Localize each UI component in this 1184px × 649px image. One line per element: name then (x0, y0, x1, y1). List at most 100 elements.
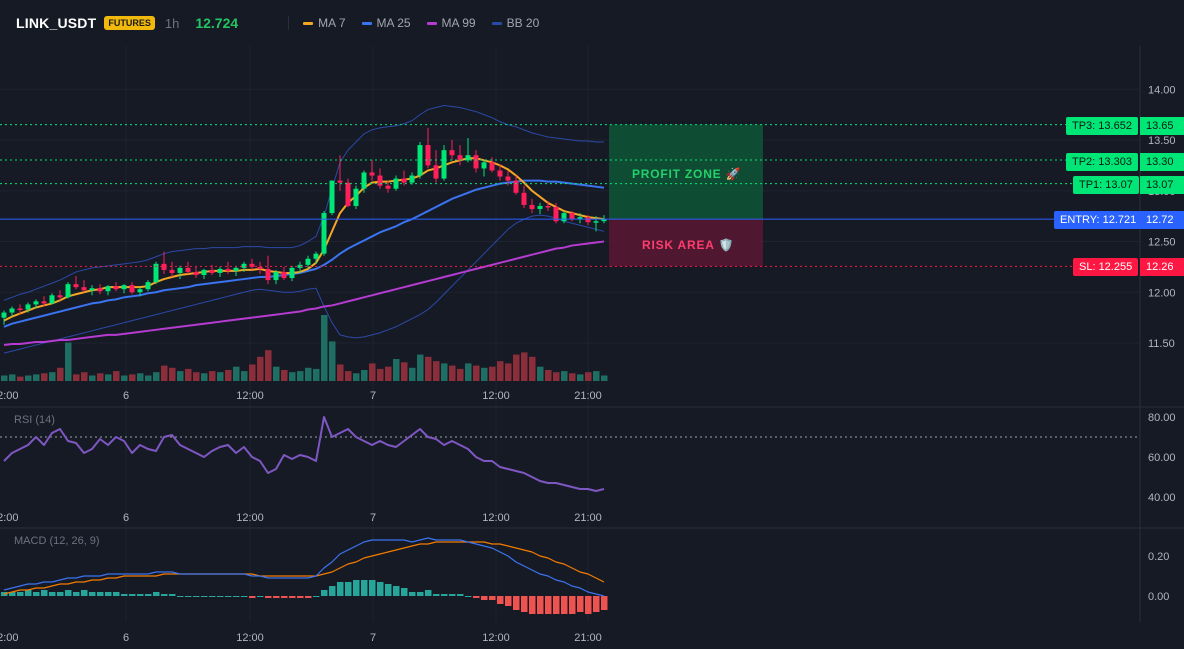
candle-body[interactable] (81, 287, 87, 291)
candle-body[interactable] (561, 213, 567, 222)
candle-body[interactable] (433, 165, 439, 179)
volume-bar (25, 375, 32, 381)
candle-body[interactable] (217, 268, 223, 273)
candle-body[interactable] (121, 285, 127, 290)
macd-panel-label: MACD (12, 26, 9) (14, 535, 100, 547)
candle-body[interactable] (145, 282, 151, 290)
candle-body[interactable] (585, 217, 591, 223)
candle-body[interactable] (401, 178, 407, 183)
candlesticks[interactable] (1, 127, 607, 325)
candle-body[interactable] (177, 267, 183, 273)
candle-body[interactable] (209, 269, 215, 273)
candle-body[interactable] (65, 284, 71, 298)
candle-body[interactable] (337, 180, 343, 183)
candle-body[interactable] (241, 263, 247, 268)
candle-body[interactable] (537, 205, 543, 210)
candle-body[interactable] (89, 288, 95, 291)
macd-histogram-bar (193, 596, 200, 597)
candle-body[interactable] (593, 221, 599, 223)
candle-body[interactable] (385, 185, 391, 189)
tp2-tag[interactable]: TP2: 13.303 (1066, 153, 1138, 171)
candle-body[interactable] (529, 204, 535, 210)
candle-body[interactable] (105, 286, 111, 292)
volume-bar (265, 350, 272, 381)
candle-body[interactable] (193, 271, 199, 275)
candle-body[interactable] (497, 170, 503, 177)
candle-body[interactable] (33, 301, 39, 305)
candle-body[interactable] (169, 269, 175, 273)
volume-bar (33, 374, 40, 381)
entry-tag[interactable]: ENTRY: 12.721 (1054, 211, 1143, 229)
candle-body[interactable] (513, 180, 519, 193)
macd-histogram-bar (209, 596, 216, 597)
volume-bar (505, 363, 512, 381)
macd-histogram-bar (569, 596, 576, 614)
candle-body[interactable] (569, 213, 575, 220)
candle-body[interactable] (41, 301, 47, 304)
volume-bar (41, 373, 48, 381)
legend-ma25[interactable]: MA 25 (361, 16, 411, 30)
candle-body[interactable] (201, 269, 207, 275)
candle-body[interactable] (9, 308, 15, 313)
candle-body[interactable] (97, 288, 103, 292)
candle-body[interactable] (273, 271, 279, 281)
candle-body[interactable] (425, 145, 431, 166)
macd-histogram-bar (257, 596, 264, 597)
candle-body[interactable] (57, 295, 63, 298)
candle-body[interactable] (481, 162, 487, 169)
risk-area-label: RISK AREA 🛡️ (642, 238, 735, 252)
candle-body[interactable] (137, 289, 143, 293)
macd-histogram-bar (401, 588, 408, 596)
candle-body[interactable] (441, 150, 447, 179)
candle-body[interactable] (329, 180, 335, 214)
interval-label[interactable]: 1h (165, 16, 179, 31)
bb-lower-line (3, 214, 605, 354)
candle-body[interactable] (73, 284, 79, 288)
candle-body[interactable] (361, 172, 367, 189)
volume-bar (337, 364, 344, 381)
sl-tag[interactable]: SL: 12.255 (1073, 258, 1139, 276)
candle-body[interactable] (113, 286, 119, 290)
candle-body[interactable] (129, 285, 135, 293)
candle-body[interactable] (345, 182, 351, 206)
price-tick-label: 13.50 (1148, 135, 1176, 147)
candle-body[interactable] (161, 263, 167, 270)
macd-histogram-bar (145, 594, 152, 596)
candle-body[interactable] (265, 268, 271, 281)
candle-body[interactable] (225, 268, 231, 271)
candle-body[interactable] (305, 258, 311, 265)
tp1-tag[interactable]: TP1: 13.07 (1073, 176, 1139, 194)
candle-body[interactable] (289, 267, 295, 279)
candle-body[interactable] (233, 267, 239, 271)
candle-body[interactable] (473, 155, 479, 169)
trading-chart[interactable]: 80.0060.0040.00 0.200.00 14.0013.5013.00… (0, 0, 1184, 649)
symbol-name[interactable]: LINK_USDT (16, 15, 96, 31)
candle-body[interactable] (49, 295, 55, 304)
candle-body[interactable] (313, 253, 319, 259)
candle-body[interactable] (185, 267, 191, 272)
candle-body[interactable] (17, 308, 23, 310)
candle-body[interactable] (369, 172, 375, 176)
macd-histogram-bar (73, 592, 80, 596)
bb20-swatch (491, 21, 502, 25)
candle-body[interactable] (25, 304, 31, 310)
candle-body[interactable] (505, 176, 511, 181)
candle-body[interactable] (377, 175, 383, 186)
candle-body[interactable] (449, 150, 455, 156)
volume-bar (233, 366, 240, 381)
candle-body[interactable] (353, 188, 359, 206)
macd-histogram-bar (361, 580, 368, 596)
candle-body[interactable] (409, 175, 415, 183)
candle-body[interactable] (281, 271, 287, 279)
legend-ma99[interactable]: MA 99 (426, 16, 476, 30)
candle-body[interactable] (545, 205, 551, 208)
candle-body[interactable] (257, 266, 263, 269)
legend-bb20[interactable]: BB 20 (491, 16, 539, 30)
tp2-axis-tag: 13.30 (1140, 153, 1184, 171)
volume-bar (457, 368, 464, 381)
candle-body[interactable] (521, 192, 527, 205)
tp3-tag[interactable]: TP3: 13.652 (1066, 117, 1138, 135)
candle-body[interactable] (1, 312, 7, 318)
legend-ma7[interactable]: MA 7 (303, 16, 346, 30)
candle-body[interactable] (489, 162, 495, 171)
